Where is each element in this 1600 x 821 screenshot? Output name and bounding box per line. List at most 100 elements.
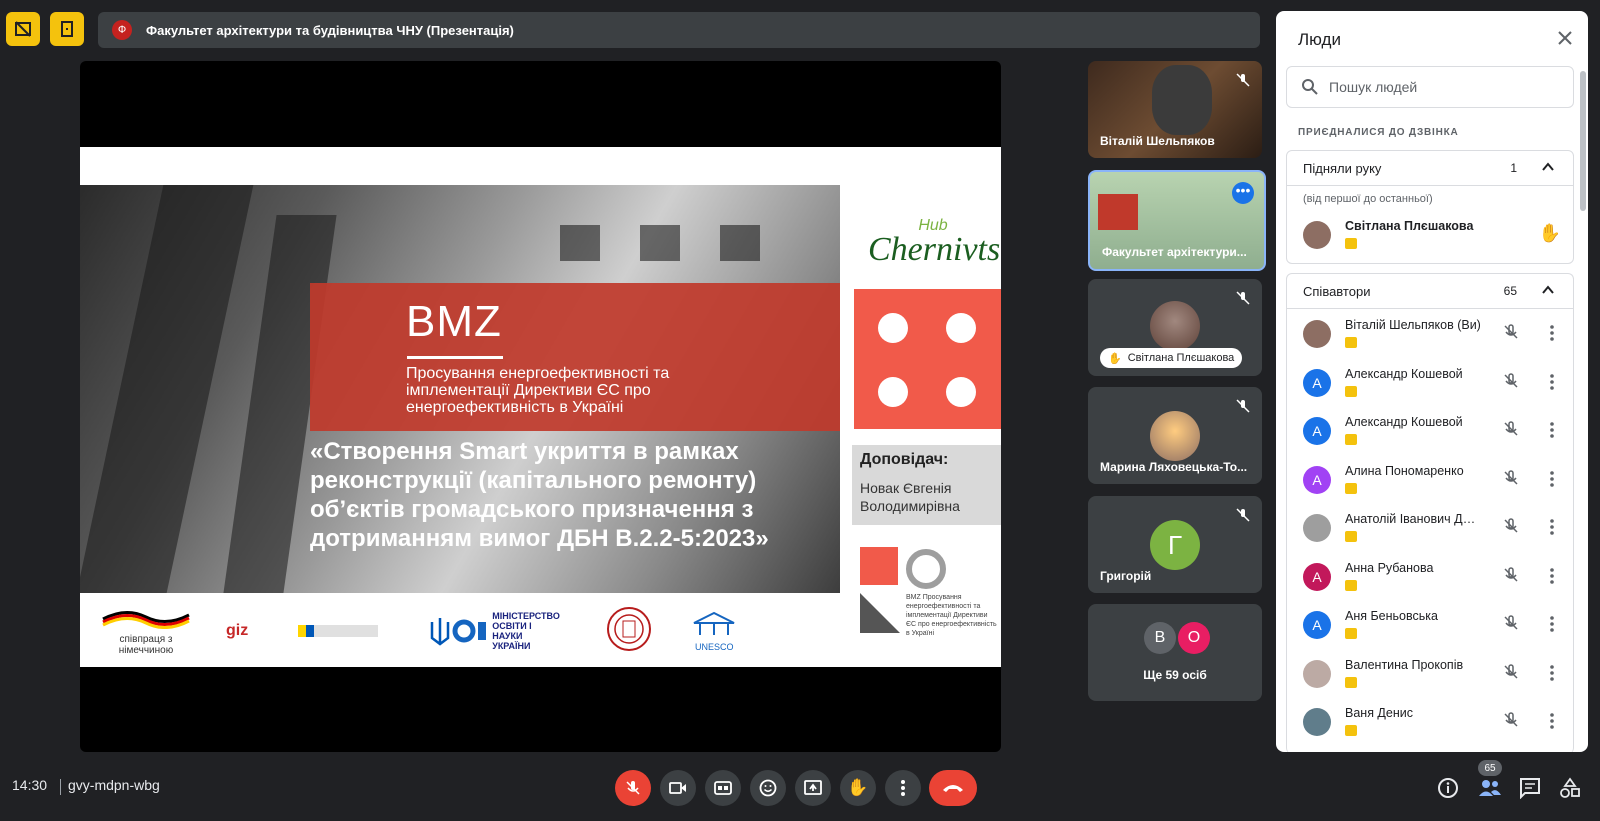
presentation-stage: BMZ Просування енергоефективності та імп… bbox=[80, 61, 1001, 752]
participant-tile-presentation[interactable]: ••• Факультет архітектури... bbox=[1088, 170, 1266, 271]
mic-off-icon[interactable] bbox=[1503, 615, 1519, 631]
hand-icon: ✋ bbox=[847, 778, 869, 797]
person-row[interactable]: Віталій Шельпяков (Ви) bbox=[1287, 312, 1573, 360]
speaker-box: Доповідач: Новак Євгенія Володимирівна bbox=[852, 445, 1001, 525]
avatar: А bbox=[1303, 368, 1331, 397]
giz-logo: giz bbox=[226, 622, 249, 639]
flags-wave-icon bbox=[102, 610, 190, 629]
participant-tile[interactable]: Віталій Шельпяков bbox=[1088, 61, 1262, 158]
mic-off-icon[interactable] bbox=[1503, 421, 1519, 437]
ministry-development-logo bbox=[298, 625, 379, 637]
closed-captions-icon bbox=[714, 781, 732, 795]
participant-avatar bbox=[1150, 301, 1200, 351]
mic-off-icon[interactable] bbox=[1503, 518, 1519, 534]
mic-off-icon[interactable] bbox=[1503, 712, 1519, 728]
cohost-badge-icon bbox=[1345, 385, 1357, 397]
person-row[interactable]: Ваня Денис bbox=[1287, 700, 1573, 748]
person-row[interactable]: А Аня Беньовська bbox=[1287, 603, 1573, 651]
mic-off-icon[interactable] bbox=[1503, 372, 1519, 389]
more-vert-icon[interactable] bbox=[1549, 373, 1555, 391]
raised-hand-person[interactable]: Світлана Плєшакова ✋ bbox=[1287, 213, 1573, 261]
presenter-initial-avatar: Ф bbox=[112, 20, 132, 40]
scrollbar[interactable] bbox=[1580, 71, 1586, 211]
person-row[interactable]: А Анна Рубанова bbox=[1287, 555, 1573, 603]
person-name: Анна Рубанова bbox=[1345, 560, 1434, 575]
leave-call-button[interactable] bbox=[929, 770, 977, 806]
more-vert-icon[interactable] bbox=[1549, 664, 1555, 682]
more-vert-icon bbox=[901, 780, 905, 796]
reactions-button[interactable] bbox=[750, 770, 786, 806]
search-people-input[interactable]: Пошук людей bbox=[1286, 66, 1574, 108]
raised-hands-header[interactable]: Підняли руку 1 bbox=[1287, 151, 1573, 186]
bmz-small-text: BMZ Просування енергоефективності та імп… bbox=[906, 594, 997, 637]
more-vert-icon[interactable] bbox=[1549, 567, 1555, 585]
captions-button[interactable] bbox=[705, 770, 741, 806]
people-panel: Люди Пошук людей ПРИЄДНАЛИСЯ ДО ДЗВІНКА … bbox=[1276, 11, 1588, 752]
more-vert-icon[interactable] bbox=[1549, 712, 1555, 730]
dots-logo bbox=[854, 289, 1001, 429]
more-vert-icon[interactable] bbox=[1549, 470, 1555, 488]
person-name: Александр Кошевой bbox=[1345, 415, 1463, 429]
cohost-badge-icon bbox=[1345, 337, 1357, 348]
more-vert-icon[interactable] bbox=[1549, 518, 1555, 536]
cohost-badge-icon bbox=[1345, 676, 1357, 688]
chevron-up-icon[interactable] bbox=[1541, 160, 1555, 174]
cohost-badge-icon bbox=[1345, 238, 1357, 249]
participant-tile[interactable]: ✋ Світлана Плєшакова bbox=[1088, 279, 1262, 376]
person-row[interactable]: А Александр Кошевой bbox=[1287, 409, 1573, 457]
participant-name: Григорій bbox=[1100, 569, 1152, 583]
ministry-logo-text: МІНІСТЕРСТВО ОСВІТИ І НАУКИ УКРАЇНИ bbox=[492, 611, 560, 651]
participant-avatar bbox=[1150, 411, 1200, 461]
lower-hand-icon[interactable]: ✋ bbox=[1539, 223, 1561, 244]
hub-logo-bottom: Chernivtsi bbox=[868, 231, 1001, 268]
bmz-heading: BMZ bbox=[406, 297, 502, 346]
participant-name: Віталій Шельпяков bbox=[1100, 134, 1215, 148]
pip-button[interactable] bbox=[50, 12, 84, 46]
more-participants-tile[interactable]: В О Ще 59 осіб bbox=[1088, 604, 1262, 701]
person-name: Александр Кошевой bbox=[1345, 366, 1463, 381]
person-row[interactable]: Анатолій Іванович Дов... bbox=[1287, 506, 1573, 554]
participant-avatar: О bbox=[1178, 622, 1210, 654]
more-vert-icon[interactable] bbox=[1549, 615, 1555, 633]
raise-hand-button[interactable]: ✋ bbox=[840, 770, 876, 806]
hand-icon: ✋ bbox=[1108, 352, 1122, 365]
chevron-up-icon[interactable] bbox=[1541, 283, 1555, 297]
close-icon[interactable] bbox=[1556, 29, 1574, 47]
people-icon[interactable] bbox=[1478, 777, 1502, 799]
mic-off-icon bbox=[1236, 508, 1250, 522]
mic-off-icon[interactable] bbox=[1503, 324, 1519, 340]
participant-tile[interactable]: Марина Ляховецька-То... bbox=[1088, 387, 1262, 484]
mic-off-icon bbox=[1236, 291, 1250, 305]
panel-title: Люди bbox=[1298, 30, 1341, 49]
hide-tiles-button[interactable] bbox=[6, 12, 40, 46]
chat-icon[interactable] bbox=[1519, 777, 1541, 799]
raised-order-note: (від першої до останньої) bbox=[1303, 193, 1433, 205]
mic-off-icon[interactable] bbox=[1503, 566, 1519, 583]
person-row[interactable]: А Александр Кошевой bbox=[1287, 361, 1573, 409]
more-options-button[interactable] bbox=[885, 770, 921, 806]
raised-hands-count: 1 bbox=[1510, 161, 1517, 175]
participant-tile[interactable]: Г Григорій bbox=[1088, 496, 1262, 593]
presentation-title-bar: Ф Факультет архітектури та будівництва Ч… bbox=[98, 12, 1260, 48]
mic-off-icon[interactable] bbox=[1503, 663, 1519, 680]
present-screen-button[interactable] bbox=[795, 770, 831, 806]
info-icon[interactable] bbox=[1437, 777, 1459, 799]
mic-toggle-button[interactable] bbox=[615, 770, 651, 806]
participant-avatar: В bbox=[1144, 622, 1176, 654]
coauthors-header[interactable]: Співавтори 65 bbox=[1287, 274, 1573, 309]
participant-name: Марина Ляховецька-То... bbox=[1100, 460, 1248, 474]
more-vert-icon[interactable] bbox=[1549, 324, 1555, 342]
more-vert-icon[interactable] bbox=[1549, 421, 1555, 439]
mic-off-icon[interactable] bbox=[1503, 469, 1519, 486]
meeting-code: gvy-mdpn-wbg bbox=[68, 777, 160, 793]
hang-up-icon bbox=[943, 785, 963, 792]
cohost-badge-icon bbox=[1345, 725, 1357, 736]
avatar bbox=[1303, 221, 1331, 249]
camera-toggle-button[interactable] bbox=[660, 770, 696, 806]
person-row[interactable]: Валентина Прокопів bbox=[1287, 652, 1573, 700]
present-screen-icon bbox=[804, 780, 822, 795]
more-options-icon[interactable]: ••• bbox=[1232, 182, 1254, 204]
layout-off-icon bbox=[15, 21, 31, 37]
person-row[interactable]: А Алина Пономаренко bbox=[1287, 458, 1573, 506]
activities-icon[interactable] bbox=[1559, 777, 1581, 799]
